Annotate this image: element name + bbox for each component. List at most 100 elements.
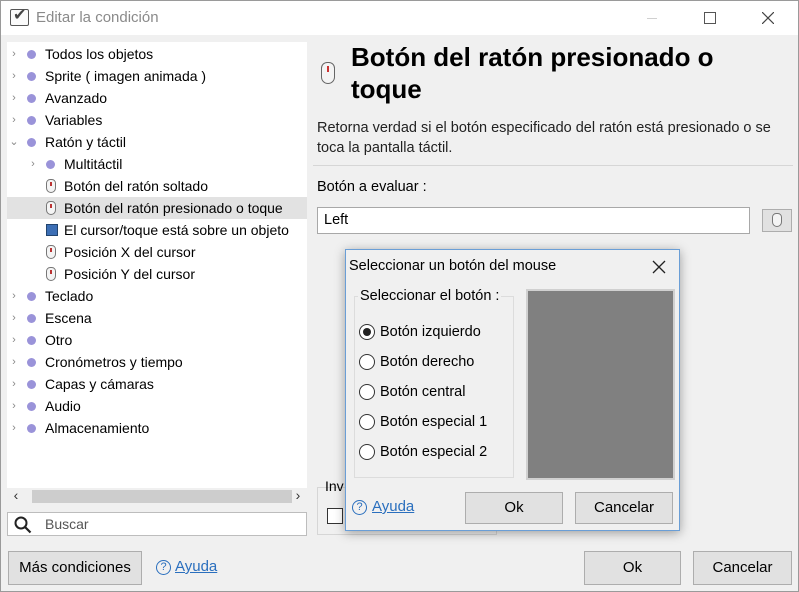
category-dot-icon: [27, 50, 36, 59]
tree-item[interactable]: El cursor/toque está sobre un objeto: [7, 219, 307, 241]
category-dot-icon: [27, 72, 36, 81]
radio-button[interactable]: [359, 444, 375, 460]
tree-item-label: Otro: [45, 332, 73, 348]
mouse-icon: [46, 267, 56, 281]
tree-item[interactable]: › Variables: [7, 109, 307, 131]
category-dot-icon: [27, 138, 36, 147]
tree-item-label: Capas y cámaras: [45, 376, 154, 392]
chevron-right-icon[interactable]: ›: [9, 65, 19, 87]
tree-item-label: Ratón y táctil: [45, 134, 126, 150]
tree-item-label: Teclado: [45, 288, 94, 304]
tree-item-label: Variables: [45, 112, 103, 128]
minimize-button[interactable]: [629, 1, 675, 35]
divider: [313, 165, 793, 166]
scrollbar-thumb[interactable]: [32, 490, 292, 503]
dialog-cancel-button[interactable]: Cancelar: [575, 492, 673, 524]
cancel-button[interactable]: Cancelar: [693, 551, 792, 585]
tree-item[interactable]: Posición Y del cursor: [7, 263, 307, 285]
mouse-icon: [46, 245, 56, 259]
radio-button[interactable]: [359, 414, 375, 430]
tree-item[interactable]: › Audio: [7, 395, 307, 417]
chevron-right-icon[interactable]: ›: [9, 373, 19, 395]
button-preview: [526, 289, 675, 480]
chevron-right-icon[interactable]: ›: [9, 351, 19, 373]
radio-button[interactable]: [359, 324, 375, 340]
tree-item-label: Posición Y del cursor: [64, 266, 195, 282]
tree-horizontal-scrollbar[interactable]: ‹ ›: [7, 487, 307, 505]
radio-label: Botón derecho: [380, 354, 475, 370]
tree-item[interactable]: › Otro: [7, 329, 307, 351]
chevron-right-icon[interactable]: ›: [9, 285, 19, 307]
category-dot-icon: [27, 314, 36, 323]
mouse-icon: [46, 179, 56, 193]
search-placeholder: Buscar: [45, 516, 89, 532]
search-icon: [14, 516, 32, 534]
choose-mouse-button[interactable]: [762, 209, 792, 232]
chevron-right-icon[interactable]: ›: [9, 417, 19, 439]
maximize-button[interactable]: [687, 1, 733, 35]
tree-item-label: Almacenamiento: [45, 420, 150, 436]
tree-item[interactable]: ⌄ Ratón y táctil: [7, 131, 307, 153]
tree-item-label: Sprite ( imagen animada ): [45, 68, 207, 84]
tree-item[interactable]: › Capas y cámaras: [7, 373, 307, 395]
help-link[interactable]: Ayuda: [175, 558, 217, 575]
tree-item[interactable]: › Escena: [7, 307, 307, 329]
search-input[interactable]: Buscar: [7, 512, 307, 536]
radio-button[interactable]: [359, 384, 375, 400]
chevron-right-icon[interactable]: ›: [28, 153, 38, 175]
tree-item[interactable]: › Teclado: [7, 285, 307, 307]
tree-item[interactable]: › Sprite ( imagen animada ): [7, 65, 307, 87]
dialog-ok-button[interactable]: Ok: [465, 492, 563, 524]
category-dot-icon: [27, 292, 36, 301]
category-dot-icon: [27, 94, 36, 103]
tree-item-label: Audio: [45, 398, 81, 414]
tree-item-label: Multitáctil: [64, 156, 123, 172]
chevron-down-icon[interactable]: ⌄: [9, 131, 19, 153]
chevron-right-icon[interactable]: ›: [9, 307, 19, 329]
conditions-tree[interactable]: › Todos los objetos › Sprite ( imagen anima…: [7, 42, 307, 488]
chevron-right-icon[interactable]: ›: [9, 43, 19, 65]
chevron-right-icon[interactable]: ›: [9, 329, 19, 351]
category-dot-icon: [46, 160, 55, 169]
category-dot-icon: [27, 358, 36, 367]
cursor-icon: [46, 224, 58, 236]
mouse-icon: [321, 62, 335, 84]
invert-checkbox[interactable]: [327, 508, 343, 524]
chevron-right-icon[interactable]: ›: [9, 109, 19, 131]
close-button[interactable]: [745, 1, 791, 35]
tree-item[interactable]: › Almacenamiento: [7, 417, 307, 439]
radio-label: Botón izquierdo: [380, 324, 481, 340]
close-icon: [652, 260, 666, 274]
parameter-input[interactable]: Left: [317, 207, 750, 234]
tree-item[interactable]: › Avanzado: [7, 87, 307, 109]
radio-button[interactable]: [359, 354, 375, 370]
app-icon: ✔: [10, 7, 29, 26]
radio-label: Botón especial 1: [380, 414, 488, 430]
invert-label: Inv: [325, 478, 344, 494]
dialog-help-link[interactable]: Ayuda: [372, 498, 414, 515]
condition-description: Retorna verdad si el botón especificado …: [317, 120, 771, 156]
chevron-right-icon[interactable]: ›: [9, 87, 19, 109]
scroll-right-icon[interactable]: ›: [289, 487, 307, 503]
tree-item-label: Todos los objetos: [45, 46, 154, 62]
chevron-right-icon[interactable]: ›: [9, 395, 19, 417]
tree-item[interactable]: Botón del ratón presionado o toque: [7, 197, 307, 219]
condition-title: Botón del ratón presionado o toque: [351, 42, 714, 104]
scroll-left-icon[interactable]: ‹: [7, 487, 25, 503]
tree-item[interactable]: › Todos los objetos: [7, 43, 307, 65]
tree-item-label: Cronómetros y tiempo: [45, 354, 183, 370]
tree-item[interactable]: › Multitáctil: [7, 153, 307, 175]
ok-button[interactable]: Ok: [584, 551, 681, 585]
dialog-close-button[interactable]: [648, 256, 668, 276]
tree-item[interactable]: Botón del ratón soltado: [7, 175, 307, 197]
tree-item[interactable]: › Cronómetros y tiempo: [7, 351, 307, 373]
category-dot-icon: [27, 380, 36, 389]
group-title: Seleccionar el botón :: [358, 288, 502, 304]
tree-item-label: El cursor/toque está sobre un objeto: [64, 222, 289, 238]
tree-item[interactable]: Posición X del cursor: [7, 241, 307, 263]
dialog-title: Seleccionar un botón del mouse: [349, 258, 557, 274]
more-conditions-button[interactable]: Más condiciones: [8, 551, 142, 585]
radio-label: Botón especial 2: [380, 444, 488, 460]
mouse-icon: [46, 201, 56, 215]
tree-item-label: Avanzado: [45, 90, 108, 106]
